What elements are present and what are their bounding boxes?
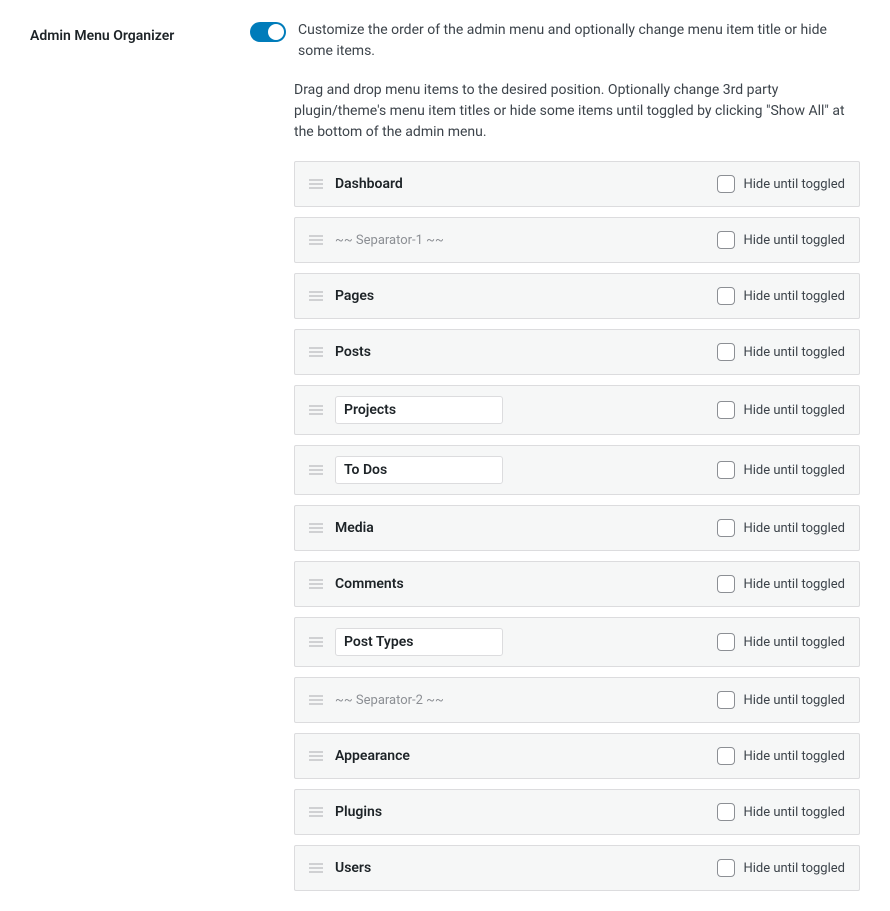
menu-item[interactable]: Dashboard Hide until toggled [294, 161, 860, 207]
menu-item-label: Plugins [335, 804, 382, 820]
drag-handle-icon[interactable] [309, 346, 323, 358]
menu-separator-label: ~~ Separator-1 ~~ [335, 233, 444, 248]
hide-until-toggled-control[interactable]: Hide until toggled [717, 859, 845, 877]
hide-until-toggled-control[interactable]: Hide until toggled [717, 287, 845, 305]
hide-checkbox[interactable] [717, 343, 735, 361]
hide-label: Hide until toggled [743, 635, 845, 650]
drag-handle-icon[interactable] [309, 862, 323, 874]
hide-until-toggled-control[interactable]: Hide until toggled [717, 461, 845, 479]
drag-handle-icon[interactable] [309, 750, 323, 762]
hide-until-toggled-control[interactable]: Hide until toggled [717, 401, 845, 419]
menu-item[interactable]: Hide until toggled [294, 445, 860, 495]
hide-checkbox[interactable] [717, 401, 735, 419]
hide-checkbox[interactable] [717, 747, 735, 765]
hide-label: Hide until toggled [743, 289, 845, 304]
hide-label: Hide until toggled [743, 693, 845, 708]
menu-item-label: Posts [335, 344, 371, 360]
hide-checkbox[interactable] [717, 575, 735, 593]
menu-item[interactable]: Media Hide until toggled [294, 505, 860, 551]
section-title: Admin Menu Organizer [30, 28, 250, 44]
hide-until-toggled-control[interactable]: Hide until toggled [717, 803, 845, 821]
menu-item[interactable]: Hide until toggled [294, 385, 860, 435]
menu-item-label: Media [335, 520, 374, 536]
helper-text: Drag and drop menu items to the desired … [250, 80, 860, 143]
menu-item-label: Dashboard [335, 176, 403, 192]
hide-checkbox[interactable] [717, 175, 735, 193]
menu-item[interactable]: Plugins Hide until toggled [294, 789, 860, 835]
hide-until-toggled-control[interactable]: Hide until toggled [717, 575, 845, 593]
hide-label: Hide until toggled [743, 521, 845, 536]
menu-item[interactable]: Pages Hide until toggled [294, 273, 860, 319]
hide-until-toggled-control[interactable]: Hide until toggled [717, 343, 845, 361]
hide-checkbox[interactable] [717, 519, 735, 537]
menu-item-title-input[interactable] [335, 628, 503, 656]
hide-label: Hide until toggled [743, 463, 845, 478]
hide-until-toggled-control[interactable]: Hide until toggled [717, 633, 845, 651]
menu-item[interactable]: Comments Hide until toggled [294, 561, 860, 607]
hide-until-toggled-control[interactable]: Hide until toggled [717, 691, 845, 709]
menu-item[interactable]: Appearance Hide until toggled [294, 733, 860, 779]
menu-item-title-input[interactable] [335, 396, 503, 424]
menu-separator-label: ~~ Separator-2 ~~ [335, 693, 444, 708]
hide-label: Hide until toggled [743, 749, 845, 764]
hide-until-toggled-control[interactable]: Hide until toggled [717, 747, 845, 765]
hide-checkbox[interactable] [717, 633, 735, 651]
menu-item[interactable]: Hide until toggled [294, 617, 860, 667]
hide-checkbox[interactable] [717, 231, 735, 249]
drag-handle-icon[interactable] [309, 578, 323, 590]
hide-label: Hide until toggled [743, 577, 845, 592]
menu-item[interactable]: Posts Hide until toggled [294, 329, 860, 375]
menu-item[interactable]: ~~ Separator-2 ~~ Hide until toggled [294, 677, 860, 723]
hide-label: Hide until toggled [743, 233, 845, 248]
hide-label: Hide until toggled [743, 177, 845, 192]
hide-label: Hide until toggled [743, 805, 845, 820]
menu-item-title-input[interactable] [335, 456, 503, 484]
drag-handle-icon[interactable] [309, 404, 323, 416]
hide-until-toggled-control[interactable]: Hide until toggled [717, 519, 845, 537]
enable-toggle[interactable] [250, 22, 286, 42]
hide-checkbox[interactable] [717, 461, 735, 479]
drag-handle-icon[interactable] [309, 636, 323, 648]
hide-checkbox[interactable] [717, 859, 735, 877]
drag-handle-icon[interactable] [309, 522, 323, 534]
hide-label: Hide until toggled [743, 403, 845, 418]
drag-handle-icon[interactable] [309, 290, 323, 302]
drag-handle-icon[interactable] [309, 694, 323, 706]
menu-item-label: Comments [335, 576, 404, 592]
drag-handle-icon[interactable] [309, 464, 323, 476]
hide-label: Hide until toggled [743, 861, 845, 876]
menu-item-label: Users [335, 860, 371, 876]
hide-until-toggled-control[interactable]: Hide until toggled [717, 175, 845, 193]
menu-item-list: DashboardHide until toggled~~ Separator-… [250, 161, 860, 891]
hide-label: Hide until toggled [743, 345, 845, 360]
menu-item[interactable]: ~~ Separator-1 ~~ Hide until toggled [294, 217, 860, 263]
section-description: Customize the order of the admin menu an… [298, 20, 860, 62]
drag-handle-icon[interactable] [309, 178, 323, 190]
drag-handle-icon[interactable] [309, 806, 323, 818]
menu-item-label: Pages [335, 288, 374, 304]
menu-item-label: Appearance [335, 748, 410, 764]
hide-checkbox[interactable] [717, 691, 735, 709]
menu-item[interactable]: Users Hide until toggled [294, 845, 860, 891]
hide-until-toggled-control[interactable]: Hide until toggled [717, 231, 845, 249]
hide-checkbox[interactable] [717, 803, 735, 821]
drag-handle-icon[interactable] [309, 234, 323, 246]
hide-checkbox[interactable] [717, 287, 735, 305]
